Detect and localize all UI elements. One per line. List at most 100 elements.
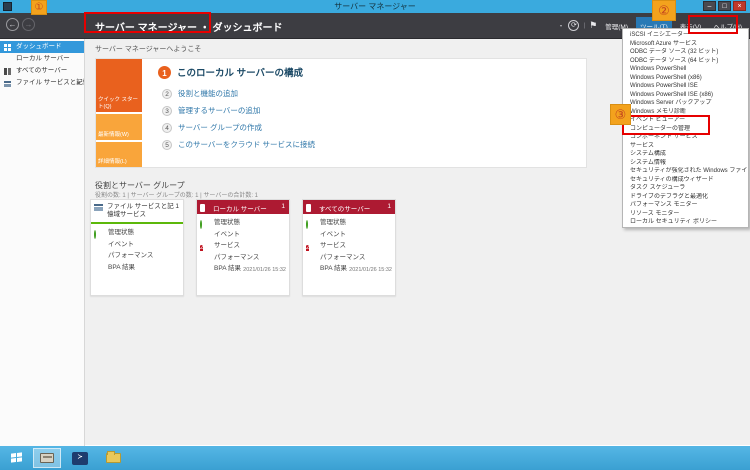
tool-item-defrag-optimize[interactable]: ドライブのデフラグと最適化 bbox=[623, 193, 748, 202]
tile-row-events[interactable]: イベント bbox=[197, 229, 289, 241]
annotation-badge-2: ② bbox=[652, 0, 676, 21]
taskbar-server-manager[interactable] bbox=[33, 448, 61, 468]
tile-title: ローカル サーバー bbox=[213, 206, 267, 213]
server-manager-icon bbox=[40, 453, 54, 463]
step-label: サーバー グループの作成 bbox=[178, 123, 263, 132]
tile-row-events[interactable]: イベント bbox=[91, 239, 183, 251]
tile-server-count: 1 bbox=[175, 203, 179, 210]
row-label: イベント bbox=[214, 230, 240, 238]
sidebar-item-dashboard[interactable]: ダッシュボード bbox=[0, 41, 84, 53]
tool-item-performance-monitor[interactable]: パフォーマンス モニター bbox=[623, 201, 748, 210]
forward-icon[interactable]: → bbox=[22, 18, 35, 31]
refresh-icon[interactable]: ⟳ bbox=[568, 20, 580, 31]
welcome-heading: サーバー マネージャーへようこそ bbox=[95, 46, 202, 53]
taskbar-powershell[interactable]: ≻ bbox=[66, 448, 94, 468]
step-number: 4 bbox=[162, 122, 172, 133]
welcome-panel: クイック スタート(Q) 最新情報(W) 詳細情報(L) 1 このローカル サー… bbox=[95, 58, 587, 168]
tool-item-windows-firewall[interactable]: セキュリティが強化された Windows ファイアウォール bbox=[623, 167, 748, 176]
minimize-button[interactable]: – bbox=[703, 1, 716, 11]
windows-logo-icon bbox=[10, 452, 22, 464]
tile-local-server[interactable]: ローカル サーバー 1 管理状態 イベント 2 サービス パフォーマンス BPA… bbox=[196, 199, 290, 296]
tile-row-performance[interactable]: パフォーマンス bbox=[197, 252, 289, 264]
tool-item-powershell-x86[interactable]: Windows PowerShell (x86) bbox=[623, 74, 748, 83]
tile-file-storage-services[interactable]: ファイル サービスと記憶域サービス 1 管理状態 イベント パフォーマンス BP… bbox=[90, 199, 184, 296]
server-icon bbox=[306, 204, 311, 212]
sidebar-item-all-servers[interactable]: すべてのサーバー bbox=[0, 65, 84, 77]
sidebar-item-label: すべてのサーバー bbox=[16, 67, 68, 74]
maximize-button[interactable]: □ bbox=[718, 1, 731, 11]
annotation-badge-1: ① bbox=[31, 0, 47, 15]
tool-item-memory-diagnostic[interactable]: Windows メモリ診断 bbox=[623, 108, 748, 117]
step-number: 2 bbox=[162, 88, 172, 99]
row-label: イベント bbox=[108, 240, 134, 248]
tile-row-services[interactable]: 2 サービス bbox=[303, 240, 395, 252]
back-icon[interactable]: ← bbox=[6, 18, 19, 31]
breadcrumb-root[interactable]: サーバー マネージャー bbox=[95, 23, 197, 34]
tile-row-events[interactable]: イベント bbox=[303, 229, 395, 241]
tool-item-powershell-ise[interactable]: Windows PowerShell ISE bbox=[623, 82, 748, 91]
tool-item-component-services[interactable]: コンポーネント サービス bbox=[623, 133, 748, 142]
row-label: BPA 結果 bbox=[214, 265, 241, 272]
step-add-roles-features[interactable]: 2 役割と機能の追加 bbox=[162, 88, 315, 99]
tile-server-count: 1 bbox=[387, 203, 391, 210]
roles-section-counts: 役割の数: 1 | サーバー グループの数: 1 | サーバーの合計数: 1 bbox=[95, 193, 258, 199]
tool-item-security-config-wizard[interactable]: セキュリティの構成ウィザード bbox=[623, 176, 748, 185]
tool-item-odbc-64[interactable]: ODBC データ ソース (64 ビット) bbox=[623, 57, 748, 66]
learn-more-tab[interactable]: 詳細情報(L) bbox=[96, 142, 142, 167]
file-services-icon bbox=[94, 204, 103, 211]
tool-item-powershell[interactable]: Windows PowerShell bbox=[623, 65, 748, 74]
row-label: イベント bbox=[320, 230, 346, 238]
quickstart-tab[interactable]: クイック スタート(Q) bbox=[96, 59, 142, 112]
tool-item-computer-management[interactable]: コンピューターの管理 bbox=[623, 125, 748, 134]
tools-dropdown-menu: iSCSI イニシエーター Microsoft Azure サービス ODBC … bbox=[622, 28, 749, 228]
step-connect-cloud-services[interactable]: 5 このサーバーをクラウド サービスに接続 bbox=[162, 139, 315, 150]
tile-row-performance[interactable]: パフォーマンス bbox=[303, 252, 395, 264]
tool-item-local-security-policy[interactable]: ローカル セキュリティ ポリシー bbox=[623, 218, 748, 227]
file-services-icon bbox=[4, 80, 11, 87]
sidebar-item-local-server[interactable]: ローカル サーバー bbox=[0, 53, 84, 65]
step-create-server-group[interactable]: 4 サーバー グループの作成 bbox=[162, 122, 315, 133]
tile-row-manageability[interactable]: 管理状態 bbox=[197, 217, 289, 229]
window-title: サーバー マネージャー bbox=[334, 2, 416, 11]
breadcrumb-separator: ・ bbox=[199, 23, 210, 34]
tool-item-resource-monitor[interactable]: リソース モニター bbox=[623, 210, 748, 219]
tool-item-powershell-ise-x86[interactable]: Windows PowerShell ISE (x86) bbox=[623, 91, 748, 100]
step-add-servers[interactable]: 3 管理するサーバーの追加 bbox=[162, 105, 315, 116]
tool-item-system-configuration[interactable]: システム構成 bbox=[623, 150, 748, 159]
step-number: 3 bbox=[162, 105, 172, 116]
tile-row-performance[interactable]: パフォーマンス bbox=[91, 250, 183, 262]
tool-item-azure-services[interactable]: Microsoft Azure サービス bbox=[623, 40, 748, 49]
taskbar: ≻ bbox=[0, 446, 750, 470]
step-label: このサーバーをクラウド サービスに接続 bbox=[178, 140, 316, 149]
sidebar-item-file-storage-services[interactable]: ファイル サービスと記憶域... ▶ bbox=[0, 77, 84, 89]
tool-item-iscsi-initiator[interactable]: iSCSI イニシエーター bbox=[623, 31, 748, 40]
services-alert-badge: 2 bbox=[306, 245, 310, 251]
tile-all-servers[interactable]: すべてのサーバー 1 管理状態 イベント 2 サービス パフォーマンス BPA … bbox=[302, 199, 396, 296]
tool-item-services[interactable]: サービス bbox=[623, 142, 748, 151]
tool-item-server-backup[interactable]: Windows Server バックアップ bbox=[623, 99, 748, 108]
close-button[interactable]: × bbox=[733, 1, 746, 11]
notifications-flag-icon[interactable]: ⚑ bbox=[589, 20, 597, 31]
tile-row-manageability[interactable]: 管理状態 bbox=[303, 217, 395, 229]
tile-row-manageability[interactable]: 管理状態 bbox=[91, 227, 183, 239]
tool-item-task-scheduler[interactable]: タスク スケジューラ bbox=[623, 184, 748, 193]
nav-divider: | bbox=[583, 22, 586, 29]
tool-item-system-information[interactable]: システム情報 bbox=[623, 159, 748, 168]
step-configure-local-server[interactable]: 1 このローカル サーバーの構成 bbox=[158, 65, 315, 79]
tile-title: すべてのサーバー bbox=[319, 206, 371, 213]
sidebar-item-label: ローカル サーバー bbox=[16, 55, 70, 62]
tool-item-odbc-32[interactable]: ODBC データ ソース (32 ビット) bbox=[623, 48, 748, 57]
tile-server-count: 1 bbox=[281, 203, 285, 210]
tile-row-bpa-results[interactable]: BPA 結果 bbox=[91, 262, 183, 274]
chevron-right-icon: ▶ bbox=[77, 80, 81, 86]
row-label: パフォーマンス bbox=[320, 253, 366, 261]
tool-item-event-viewer[interactable]: イベント ビューアー bbox=[623, 116, 748, 125]
tile-row-services[interactable]: 2 サービス bbox=[197, 240, 289, 252]
sidebar-item-label: ファイル サービスと記憶域... bbox=[16, 79, 84, 86]
start-button[interactable] bbox=[3, 449, 29, 467]
tile-timestamp: 2021/01/26 15:32 bbox=[243, 266, 286, 273]
whats-new-tab[interactable]: 最新情報(W) bbox=[96, 114, 142, 140]
taskbar-file-explorer[interactable] bbox=[99, 448, 127, 468]
tile-title: ファイル サービスと記憶域サービス bbox=[107, 203, 174, 218]
sidebar: ダッシュボード ローカル サーバー すべてのサーバー ファイル サービスと記憶域… bbox=[0, 39, 85, 446]
